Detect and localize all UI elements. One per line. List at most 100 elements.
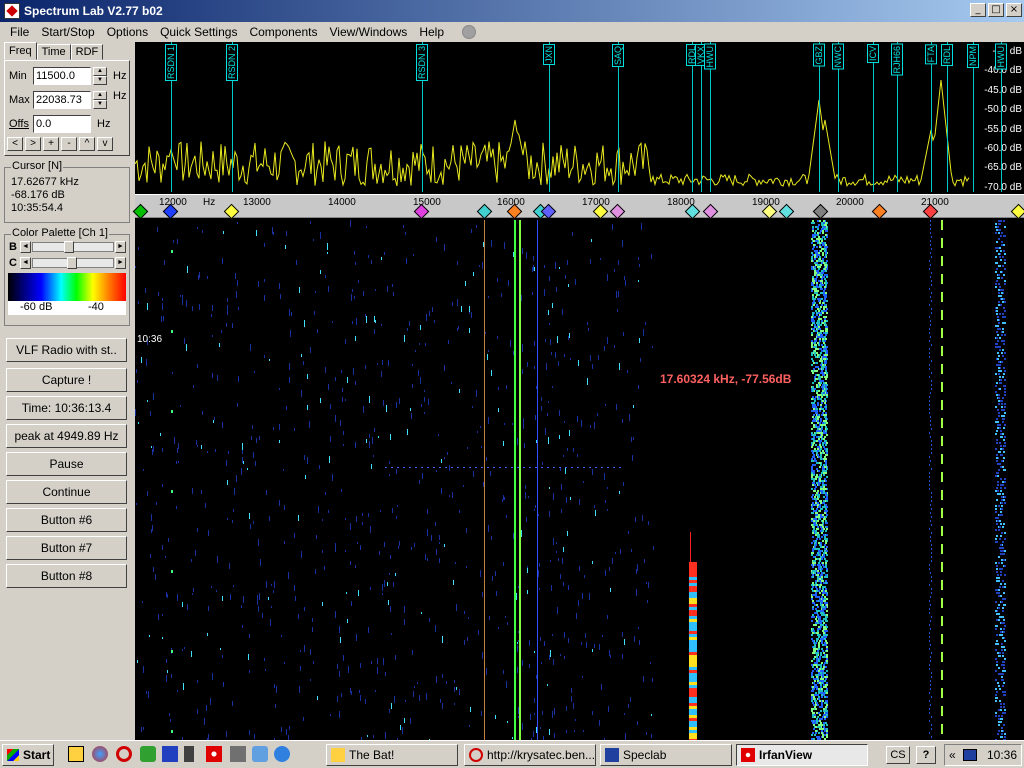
brightness-left-arrow-icon[interactable]: ◄	[20, 241, 31, 253]
vlf-radio-button[interactable]: VLF Radio with st..	[6, 338, 127, 362]
freq-marker-icon[interactable]	[871, 203, 888, 220]
task-the-bat[interactable]: The Bat!	[326, 744, 458, 766]
opera-quicklaunch-icon[interactable]	[116, 746, 132, 762]
station-marker[interactable]: RDL	[941, 42, 953, 192]
start-button[interactable]: Start	[2, 744, 54, 766]
freq-marker-icon[interactable]	[778, 203, 795, 220]
station-marker[interactable]: HWU	[704, 42, 716, 192]
tab-rdf[interactable]: RDF	[70, 44, 104, 60]
task-browser[interactable]: http://krysatec.ben...	[464, 744, 596, 766]
app-icon[interactable]	[4, 3, 20, 19]
waterfall-display[interactable]: 10:36 17.60324 kHz, -77.56dB	[135, 220, 1024, 740]
close-button[interactable]: ×	[1006, 3, 1022, 17]
freq-marker-icon[interactable]	[1010, 203, 1024, 220]
scroll-left-button[interactable]: <	[7, 137, 23, 151]
maximize-button[interactable]: □	[988, 3, 1004, 17]
tray-expand-icon[interactable]: «	[949, 745, 956, 765]
gbz-band	[821, 344, 823, 346]
freq-marker-icon[interactable]	[609, 203, 626, 220]
task-speclab[interactable]: Speclab	[600, 744, 732, 766]
zoom-out-button[interactable]: -	[61, 137, 77, 151]
menu-quick-settings[interactable]: Quick Settings	[154, 25, 243, 39]
spectrum-graph[interactable]: -35 dB -40.0 dB -45.0 dB -50.0 dB -55.0 …	[135, 42, 1024, 193]
peak-button[interactable]: peak at 4949.89 Hz	[6, 424, 127, 448]
brightness-slider[interactable]: ◄ ►	[20, 241, 126, 253]
tab-time[interactable]: Time	[36, 44, 71, 60]
minimize-button[interactable]: _	[970, 3, 986, 17]
the-bat-quicklaunch-icon[interactable]	[68, 746, 84, 762]
scale-down-button[interactable]: v	[97, 137, 113, 151]
spectrum-display[interactable]: -35 dB -40.0 dB -45.0 dB -50.0 dB -55.0 …	[132, 42, 1024, 740]
browser-quicklaunch-icon[interactable]	[92, 746, 108, 762]
station-marker[interactable]: GBZ	[813, 42, 825, 192]
min-spinner[interactable]: ▲ ▼	[93, 67, 107, 85]
color-palette-bar[interactable]	[8, 273, 126, 301]
brightness-thumb[interactable]	[64, 241, 74, 253]
contrast-slider[interactable]: ◄ ►	[20, 257, 126, 269]
gbz-band	[822, 272, 824, 274]
menu-view-windows[interactable]: View/Windows	[324, 25, 414, 39]
gbz-band	[817, 272, 819, 274]
button-7[interactable]: Button #7	[6, 536, 127, 560]
ie-quicklaunch-icon[interactable]	[274, 746, 290, 762]
contrast-left-arrow-icon[interactable]: ◄	[20, 257, 31, 269]
task-irfanview[interactable]: IrfanView	[736, 744, 868, 766]
rsdn-pulse	[171, 650, 173, 653]
station-marker[interactable]: NWC	[832, 42, 844, 192]
offset-input[interactable]	[33, 115, 91, 133]
language-indicator[interactable]: CS	[886, 746, 910, 764]
save-quicklaunch-icon[interactable]	[162, 746, 178, 762]
station-marker[interactable]: RJH66	[891, 42, 903, 192]
edge-band	[998, 367, 1000, 369]
capture-button[interactable]: Capture !	[6, 368, 127, 392]
tools-quicklaunch-icon[interactable]	[230, 746, 246, 762]
station-marker[interactable]: RSDN 1	[165, 42, 177, 192]
freq-marker-icon[interactable]	[812, 203, 829, 220]
scroll-right-button[interactable]: >	[25, 137, 41, 151]
tray-app-icon[interactable]	[963, 749, 977, 761]
contrast-thumb[interactable]	[67, 257, 77, 269]
menu-components[interactable]: Components	[243, 25, 323, 39]
zoom-in-button[interactable]: +	[43, 137, 59, 151]
station-marker[interactable]: RSDN 3	[416, 42, 428, 192]
app-quicklaunch-icon[interactable]	[140, 746, 156, 762]
station-marker[interactable]: FTA	[925, 42, 937, 192]
continue-button[interactable]: Continue	[6, 480, 127, 504]
freq-marker-icon[interactable]	[132, 203, 149, 220]
button-6[interactable]: Button #6	[6, 508, 127, 532]
button-8[interactable]: Button #8	[6, 564, 127, 588]
frequency-axis[interactable]: 12000 Hz 13000 14000 15000 16000 17000 1…	[132, 194, 1024, 220]
freq-marker-icon[interactable]	[223, 203, 240, 220]
scale-up-button[interactable]: ^	[79, 137, 95, 151]
gbz-band	[822, 608, 824, 610]
network-quicklaunch-icon[interactable]	[252, 746, 268, 762]
freq-marker-icon[interactable]	[702, 203, 719, 220]
irfanview-quicklaunch-icon[interactable]	[206, 746, 222, 762]
help-icon[interactable]: ?	[916, 746, 936, 764]
contrast-right-arrow-icon[interactable]: ►	[115, 257, 126, 269]
max-spinner[interactable]: ▲ ▼	[93, 91, 107, 109]
station-marker[interactable]: NPM	[967, 42, 979, 192]
station-marker[interactable]: ICV	[867, 42, 879, 192]
freq-marker-icon[interactable]	[476, 203, 493, 220]
waterfall-noise	[206, 705, 207, 711]
waterfall-noise	[250, 524, 251, 529]
station-marker[interactable]: RDL	[686, 42, 698, 192]
menu-file[interactable]: File	[4, 25, 35, 39]
brightness-right-arrow-icon[interactable]: ►	[115, 241, 126, 253]
menu-options[interactable]: Options	[101, 25, 154, 39]
station-marker[interactable]: SAQ	[612, 42, 624, 192]
device-quicklaunch-icon[interactable]	[184, 746, 194, 762]
time-button[interactable]: Time: 10:36:13.4	[6, 396, 127, 420]
station-marker[interactable]: JXN	[543, 42, 555, 192]
menu-start-stop[interactable]: Start/Stop	[35, 25, 100, 39]
station-marker[interactable]: HWU	[995, 42, 1007, 192]
waterfall-noise	[304, 607, 305, 611]
station-marker[interactable]: VKX	[695, 42, 707, 192]
max-frequency-input[interactable]	[33, 91, 91, 109]
min-frequency-input[interactable]	[33, 67, 91, 85]
tab-freq[interactable]: Freq	[4, 42, 37, 60]
menu-help[interactable]: Help	[413, 25, 450, 39]
station-marker[interactable]: RSDN 2	[226, 42, 238, 192]
pause-button[interactable]: Pause	[6, 452, 127, 476]
